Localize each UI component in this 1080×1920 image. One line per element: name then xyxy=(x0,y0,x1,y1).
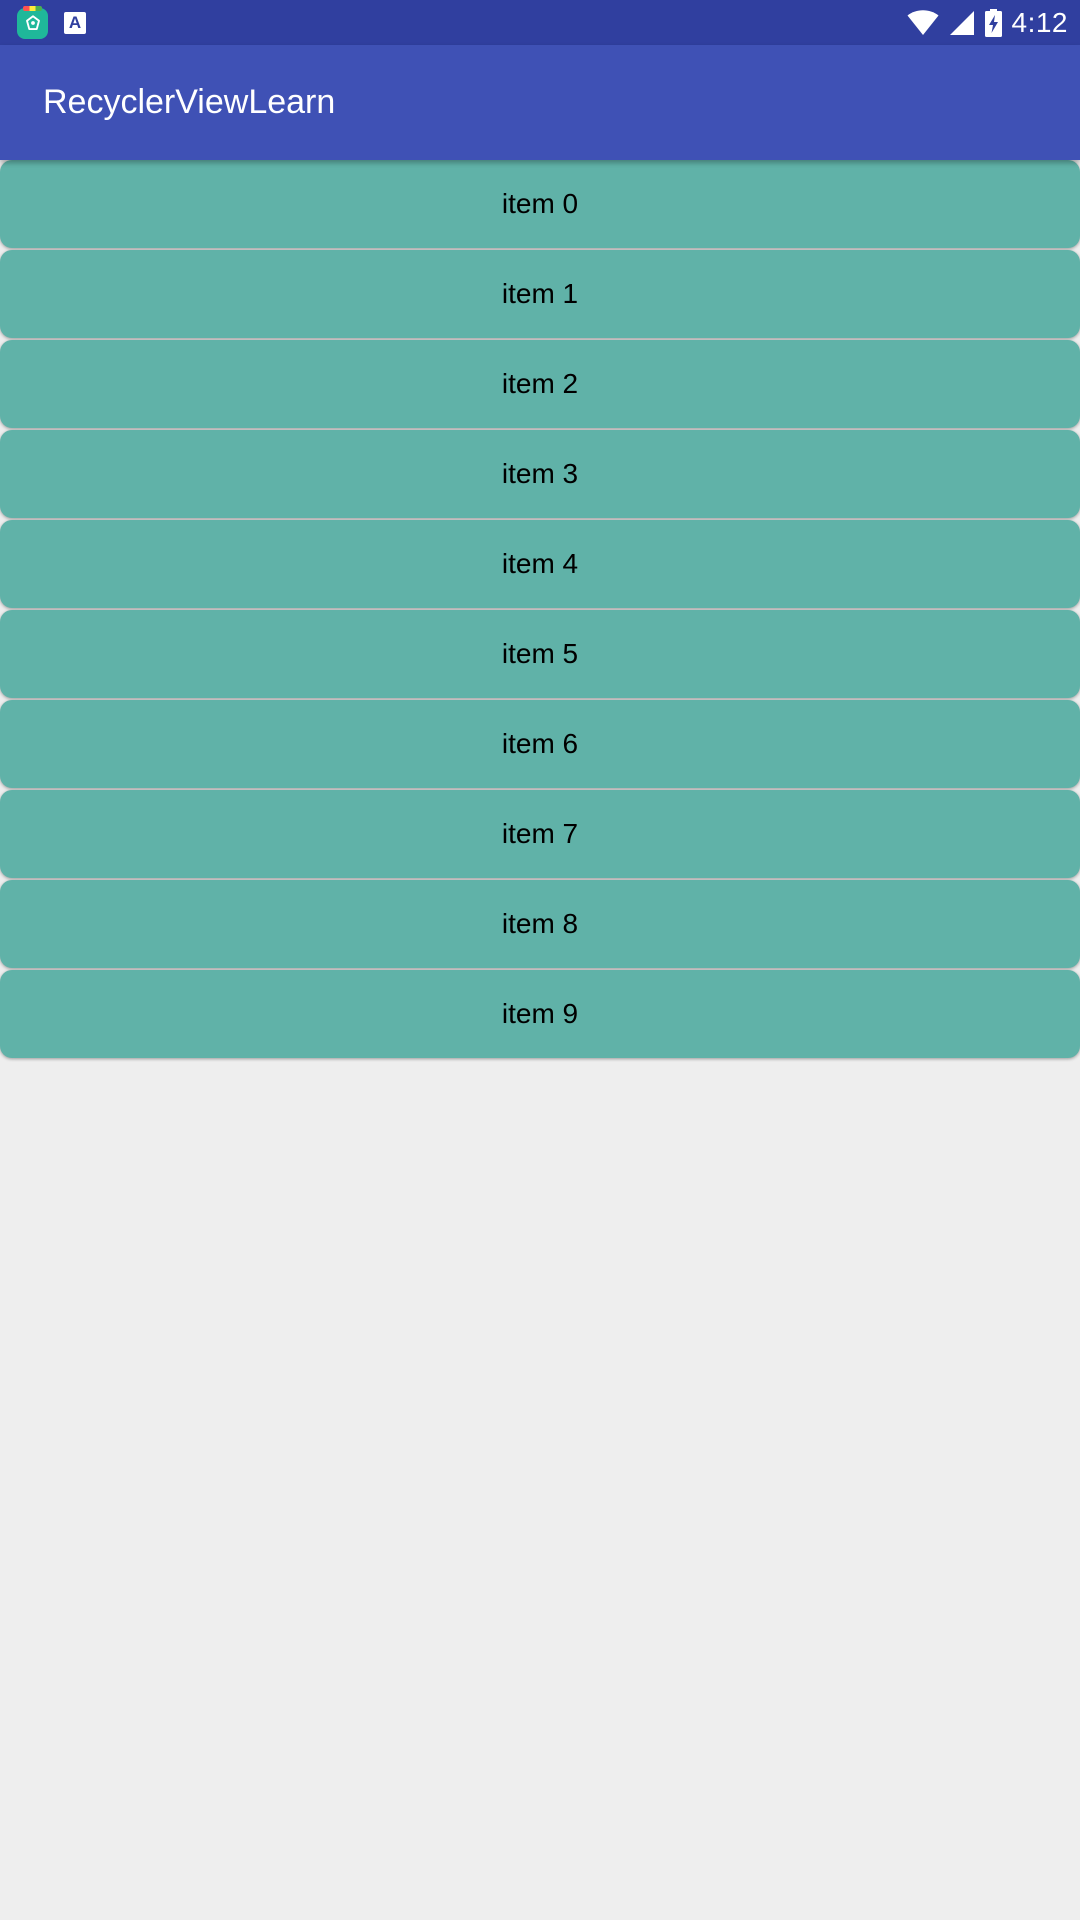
list-item-label: item 1 xyxy=(501,278,579,309)
list-item-label: item 5 xyxy=(501,638,579,669)
system-status-icons: 4:12 xyxy=(907,0,1069,45)
list-item-label: item 8 xyxy=(501,908,579,939)
list-item-label: item 7 xyxy=(501,818,579,849)
list-item[interactable]: item 8 xyxy=(0,880,1080,968)
notification-icons: A xyxy=(17,5,86,39)
app-store-icon xyxy=(17,5,48,39)
app-bar: RecyclerViewLearn xyxy=(0,45,1080,160)
cellular-signal-icon xyxy=(949,10,975,36)
app-store-glyph-icon xyxy=(25,15,40,30)
a-letter-icon: A xyxy=(64,12,86,34)
list-item[interactable]: item 7 xyxy=(0,790,1080,878)
status-clock: 4:12 xyxy=(1011,6,1068,38)
list-item-label: item 3 xyxy=(501,458,579,489)
list-item-label: item 6 xyxy=(501,728,579,759)
list-item[interactable]: item 3 xyxy=(0,430,1080,518)
recycler-list[interactable]: item 0 item 1 item 2 item 3 item 4 item … xyxy=(0,160,1080,1060)
app-title: RecyclerViewLearn xyxy=(43,83,336,121)
list-item[interactable]: item 4 xyxy=(0,520,1080,608)
list-item[interactable]: item 9 xyxy=(0,970,1080,1058)
wifi-icon xyxy=(907,9,939,36)
list-item[interactable]: item 5 xyxy=(0,610,1080,698)
list-item[interactable]: item 0 xyxy=(0,160,1080,248)
list-item[interactable]: item 2 xyxy=(0,340,1080,428)
list-item-label: item 9 xyxy=(501,998,579,1029)
status-bar: A 4:12 xyxy=(0,0,1080,45)
list-item-label: item 2 xyxy=(501,368,579,399)
list-item[interactable]: item 1 xyxy=(0,250,1080,338)
list-item[interactable]: item 6 xyxy=(0,700,1080,788)
list-item-label: item 0 xyxy=(501,188,579,219)
list-item-label: item 4 xyxy=(501,548,579,579)
battery-charging-icon xyxy=(984,8,1002,37)
